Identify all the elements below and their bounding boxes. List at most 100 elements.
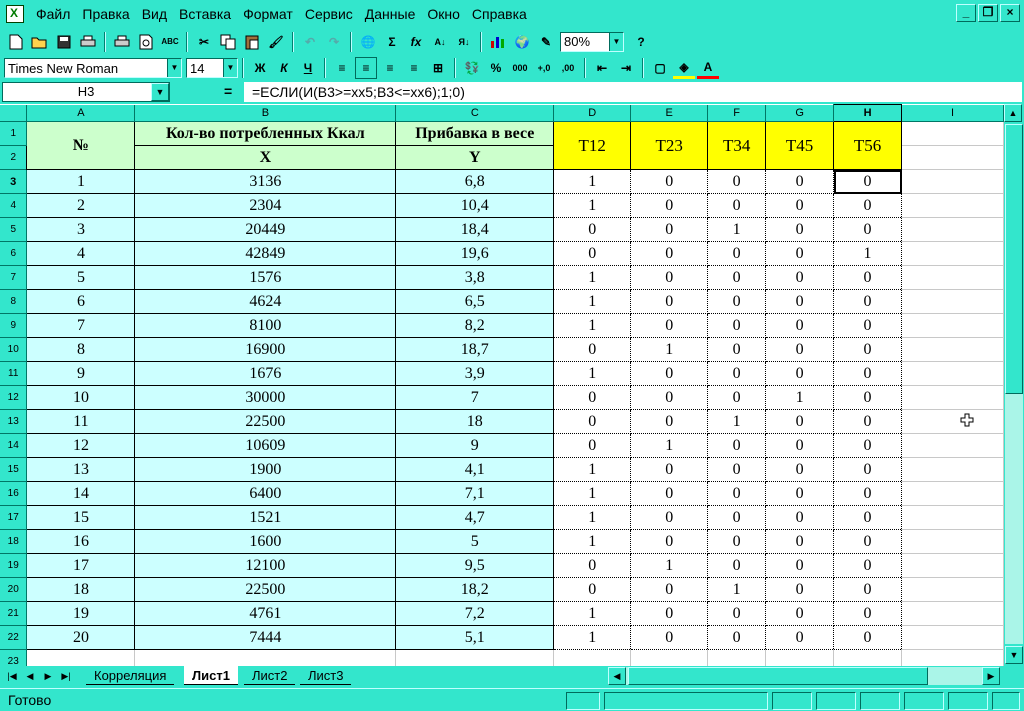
italic-button[interactable]: К [273, 57, 295, 79]
cell-t1[interactable]: 0 [553, 241, 632, 266]
formula-input[interactable]: =ЕСЛИ(И(B3>=хх5;B3<=хх6);1;0) [244, 82, 1022, 102]
cell-kcal[interactable]: 6400 [134, 481, 397, 506]
scroll-left-icon[interactable]: ◀ [608, 667, 626, 685]
cell-t5[interactable]: 0 [833, 505, 903, 530]
fill-color-icon[interactable]: ◈ [673, 57, 695, 79]
cell-t4[interactable]: 0 [765, 601, 835, 626]
last-sheet-icon[interactable]: ▶| [58, 668, 74, 684]
undo-icon[interactable]: ↶ [299, 31, 321, 53]
cell-t2[interactable]: 0 [630, 217, 709, 242]
scroll-down-icon[interactable]: ▼ [1005, 646, 1023, 664]
autosum-icon[interactable]: Σ [381, 31, 403, 53]
empty-cell[interactable] [707, 649, 767, 666]
column-header-g[interactable]: G [765, 104, 835, 122]
cell-t5[interactable]: 0 [833, 337, 903, 362]
empty-cell[interactable] [901, 337, 1004, 362]
empty-cell[interactable] [630, 649, 709, 666]
column-header-b[interactable]: B [134, 104, 397, 122]
worksheet-grid[interactable]: A B C D E F G H I 1 № Кол-во потребленны… [0, 104, 1004, 666]
cell-weight[interactable]: 4,7 [395, 505, 555, 530]
cell-t5[interactable]: 1 [833, 241, 903, 266]
cell-t4[interactable]: 0 [765, 529, 835, 554]
cell-t3[interactable]: 1 [707, 217, 767, 242]
cell-weight[interactable]: 5 [395, 529, 555, 554]
cell-weight[interactable]: 6,5 [395, 289, 555, 314]
percent-button[interactable]: % [485, 57, 507, 79]
cell-t3[interactable]: 0 [707, 457, 767, 482]
row-header[interactable]: 1 [0, 121, 28, 146]
cell-t2[interactable]: 0 [630, 529, 709, 554]
cell-t2[interactable]: 0 [630, 505, 709, 530]
cell-number[interactable]: 15 [26, 505, 136, 530]
column-header-i[interactable]: I [901, 104, 1004, 122]
cell-t3[interactable]: 0 [707, 601, 767, 626]
cell-t3[interactable]: 0 [707, 553, 767, 578]
paste-icon[interactable] [241, 31, 263, 53]
select-all-corner[interactable] [0, 104, 28, 122]
menu-window[interactable]: Окно [421, 3, 466, 25]
cell-kcal[interactable]: 2304 [134, 193, 397, 218]
underline-button[interactable]: Ч [297, 57, 319, 79]
cell-kcal[interactable]: 12100 [134, 553, 397, 578]
cell-weight[interactable]: 19,6 [395, 241, 555, 266]
cell-t4[interactable]: 0 [765, 217, 835, 242]
empty-cell[interactable] [553, 649, 632, 666]
cell-t5[interactable]: 0 [833, 361, 903, 386]
cell-number[interactable]: 9 [26, 361, 136, 386]
cell-t1[interactable]: 0 [553, 433, 632, 458]
cell-kcal[interactable]: 1676 [134, 361, 397, 386]
spelling-icon[interactable]: ABC [159, 31, 181, 53]
empty-cell[interactable] [901, 241, 1004, 266]
cell-weight[interactable]: 10,4 [395, 193, 555, 218]
empty-cell[interactable] [901, 313, 1004, 338]
horizontal-scroll-thumb[interactable] [628, 667, 928, 685]
cell-number[interactable]: 12 [26, 433, 136, 458]
empty-cell[interactable] [765, 649, 835, 666]
header-t12-cell[interactable]: T12 [553, 121, 632, 170]
cell-weight[interactable]: 9,5 [395, 553, 555, 578]
align-left-icon[interactable]: ≡ [331, 57, 353, 79]
header-x-cell[interactable]: X [134, 145, 397, 170]
row-header[interactable]: 13 [0, 409, 28, 434]
cell-t1[interactable]: 0 [553, 409, 632, 434]
cell-t5[interactable]: 0 [833, 313, 903, 338]
row-header[interactable]: 6 [0, 241, 28, 266]
cell-t2[interactable]: 0 [630, 577, 709, 602]
cell-number[interactable]: 16 [26, 529, 136, 554]
empty-cell[interactable] [901, 289, 1004, 314]
row-header[interactable]: 21 [0, 601, 28, 626]
column-header-h[interactable]: H [833, 104, 903, 122]
cell-t5[interactable]: 0 [833, 385, 903, 410]
font-size-select[interactable]: 14 ▼ [186, 58, 238, 78]
cell-kcal[interactable]: 10609 [134, 433, 397, 458]
cell-weight[interactable]: 6,8 [395, 169, 555, 194]
row-header[interactable]: 20 [0, 577, 28, 602]
cell-number[interactable]: 11 [26, 409, 136, 434]
cell-kcal[interactable]: 1600 [134, 529, 397, 554]
cell-number[interactable]: 14 [26, 481, 136, 506]
redo-icon[interactable]: ↷ [323, 31, 345, 53]
row-header[interactable]: 8 [0, 289, 28, 314]
cell-t2[interactable]: 0 [630, 457, 709, 482]
column-header-f[interactable]: F [707, 104, 767, 122]
cell-weight[interactable]: 4,1 [395, 457, 555, 482]
cell-number[interactable]: 6 [26, 289, 136, 314]
cell-t3[interactable]: 0 [707, 529, 767, 554]
cell-t2[interactable]: 0 [630, 169, 709, 194]
cell-kcal[interactable]: 1576 [134, 265, 397, 290]
font-name-select[interactable]: Times New Roman ▼ [4, 58, 182, 78]
cell-t3[interactable]: 0 [707, 193, 767, 218]
cell-weight[interactable]: 7,1 [395, 481, 555, 506]
cell-t1[interactable]: 1 [553, 313, 632, 338]
empty-cell[interactable] [901, 553, 1004, 578]
align-right-icon[interactable]: ≡ [379, 57, 401, 79]
cell-kcal[interactable]: 22500 [134, 409, 397, 434]
cell-t2[interactable]: 0 [630, 385, 709, 410]
cell-t4[interactable]: 0 [765, 289, 835, 314]
cell-t4[interactable]: 0 [765, 409, 835, 434]
row-header[interactable]: 23 [0, 649, 28, 666]
chevron-down-icon[interactable]: ▼ [151, 83, 169, 101]
cell-t4[interactable]: 0 [765, 577, 835, 602]
cell-t2[interactable]: 0 [630, 313, 709, 338]
cell-t1[interactable]: 0 [553, 385, 632, 410]
